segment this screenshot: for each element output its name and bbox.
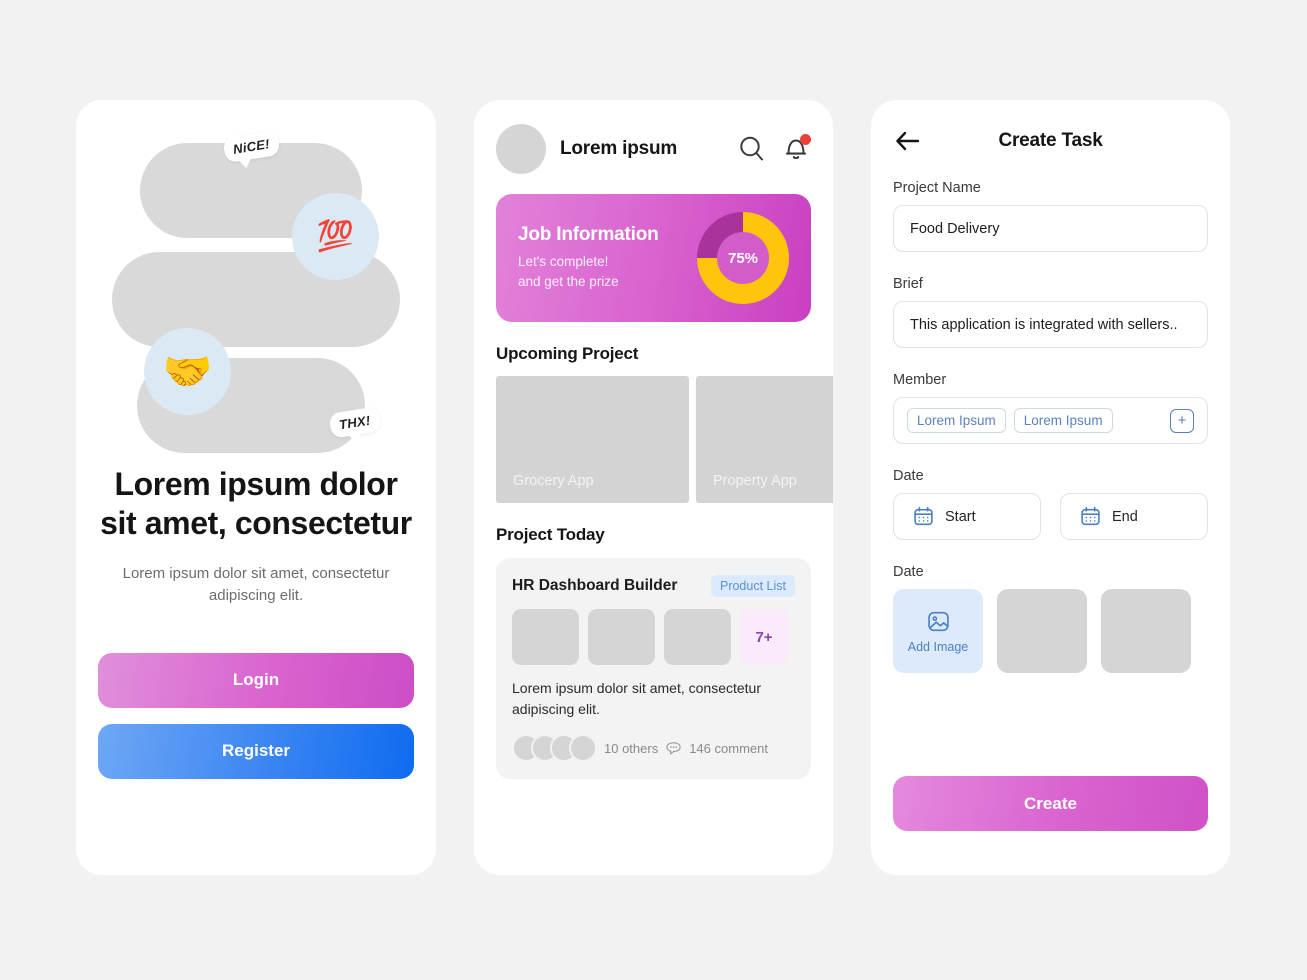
- brief-label: Brief: [893, 276, 923, 292]
- image-slot[interactable]: [1101, 589, 1191, 673]
- job-card-title: Job Information: [518, 223, 659, 245]
- job-card-text: Job Information Let's complete! and get …: [518, 224, 697, 293]
- donut-value: 75%: [727, 249, 759, 267]
- project-today-description: Lorem ipsum dolor sit amet, consectetur …: [512, 680, 761, 717]
- calendar-icon: [913, 506, 934, 527]
- project-today-header: HR Dashboard Builder Product List: [512, 575, 795, 597]
- date-start-label: Start: [945, 508, 976, 525]
- home-screen: Lorem ipsum Job Information Let's comple…: [474, 100, 833, 875]
- onboarding-subtitle: Lorem ipsum dolor sit amet, consectetur …: [122, 565, 390, 604]
- onboarding-illustration: 💯 🤝 NiCE! THX!: [76, 100, 436, 465]
- project-thumbnail-row: 7+: [512, 609, 795, 665]
- date-end-picker[interactable]: End: [1060, 493, 1208, 540]
- job-progress-donut: 75%: [697, 212, 789, 304]
- job-card-line1: Let's complete!: [518, 253, 609, 269]
- home-header: Lorem ipsum: [496, 124, 811, 174]
- more-thumbnails-badge[interactable]: 7+: [740, 609, 788, 665]
- register-button[interactable]: Register: [98, 723, 414, 779]
- hundred-points-icon: 💯: [316, 219, 355, 253]
- create-task-content: Create Task Project Name Food Delivery B…: [871, 100, 1230, 673]
- create-task-header: Create Task: [893, 126, 1208, 156]
- project-today-footer: 10 others 146 comment: [512, 734, 795, 763]
- project-thumbnail[interactable]: [512, 609, 579, 665]
- create-button[interactable]: Create: [893, 776, 1208, 831]
- onboarding-screen: 💯 🤝 NiCE! THX! Lorem ipsum dolor sit ame…: [76, 100, 436, 875]
- project-thumbnail[interactable]: [664, 609, 731, 665]
- avatar: [569, 734, 597, 763]
- avatar-stack[interactable]: [512, 734, 597, 763]
- user-name: Lorem ipsum: [560, 138, 678, 159]
- upcoming-project-label: Property App: [713, 473, 797, 489]
- upcoming-project-card[interactable]: Grocery App: [496, 376, 689, 503]
- screens-canvas: 💯 🤝 NiCE! THX! Lorem ipsum dolor sit ame…: [0, 0, 1307, 980]
- member-field: Lorem Ipsum Lorem Ipsum +: [893, 397, 1208, 444]
- brief-input[interactable]: This application is integrated with sell…: [893, 301, 1208, 348]
- project-name-input[interactable]: Food Delivery: [893, 205, 1208, 252]
- create-task-footer: Create: [871, 776, 1230, 831]
- onboarding-copy: Lorem ipsum dolor sit amet, consectetur …: [76, 465, 436, 607]
- images-label: Date: [893, 564, 924, 580]
- create-task-screen: Create Task Project Name Food Delivery B…: [871, 100, 1230, 875]
- plus-icon[interactable]: +: [1170, 408, 1194, 433]
- project-today-name: HR Dashboard Builder: [512, 577, 678, 594]
- donut-center: 75%: [717, 232, 769, 284]
- comment-icon: [665, 740, 682, 757]
- upcoming-project-card[interactable]: Property App: [696, 376, 833, 503]
- upcoming-project-label: Grocery App: [513, 473, 594, 489]
- date-end-label: End: [1112, 508, 1138, 525]
- add-image-button[interactable]: Add Image: [893, 589, 983, 673]
- notification-dot: [800, 134, 811, 145]
- member-chip[interactable]: Lorem Ipsum: [907, 408, 1006, 433]
- image-slot[interactable]: [997, 589, 1087, 673]
- upcoming-project-list: Grocery App Property App: [496, 376, 833, 503]
- date-range-row: Start End: [893, 493, 1208, 540]
- bell-icon[interactable]: [781, 134, 811, 164]
- member-chip[interactable]: Lorem Ipsum: [1013, 408, 1113, 433]
- date-label: Date: [893, 468, 924, 484]
- comment-count: 146 comment: [689, 740, 768, 756]
- upcoming-project-title: Upcoming Project: [496, 344, 639, 363]
- project-today-title: Project Today: [496, 525, 605, 544]
- page-title: Create Task: [998, 130, 1103, 151]
- calendar-icon: [1080, 506, 1101, 527]
- member-label: Member: [893, 372, 947, 388]
- job-information-card[interactable]: Job Information Let's complete! and get …: [496, 194, 811, 322]
- project-today-card[interactable]: HR Dashboard Builder Product List 7+ Lor…: [496, 558, 811, 780]
- hundred-emoji-badge: 💯: [292, 193, 379, 280]
- job-card-line2: and get the prize: [518, 274, 619, 289]
- search-icon[interactable]: [737, 134, 767, 164]
- onboarding-title: Lorem ipsum dolor sit amet, consectetur: [100, 466, 412, 542]
- job-card-subtitle: Let's complete! and get the prize: [518, 252, 697, 293]
- image-icon: [926, 609, 951, 634]
- project-name-label: Project Name: [893, 180, 981, 196]
- arrow-left-icon[interactable]: [893, 126, 923, 156]
- handshake-emoji-badge: 🤝: [144, 328, 231, 415]
- user-avatar[interactable]: [496, 124, 546, 174]
- date-start-picker[interactable]: Start: [893, 493, 1041, 540]
- add-image-label: Add Image: [907, 639, 969, 654]
- login-button[interactable]: Login: [98, 652, 414, 708]
- handshake-icon: 🤝: [162, 349, 213, 394]
- project-thumbnail[interactable]: [588, 609, 655, 665]
- onboarding-actions: Login Register: [76, 652, 436, 779]
- product-list-chip[interactable]: Product List: [710, 575, 795, 597]
- image-upload-row: Add Image: [893, 589, 1208, 673]
- others-count: 10 others: [604, 740, 659, 756]
- home-content: Lorem ipsum Job Information Let's comple…: [474, 100, 833, 780]
